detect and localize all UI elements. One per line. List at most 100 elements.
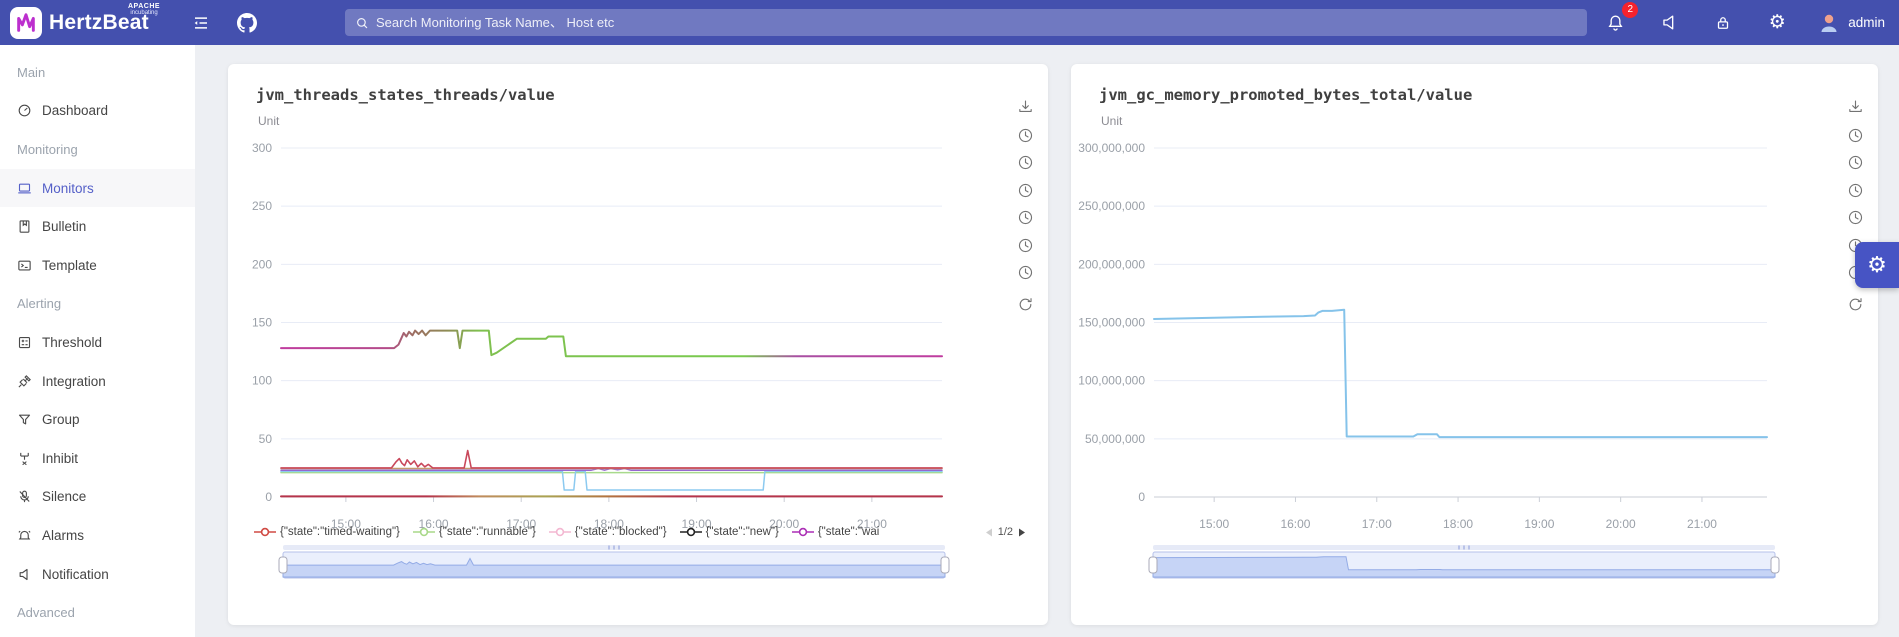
y-tick-label: 300 (252, 141, 272, 155)
sidebar-item-monitors[interactable]: Monitors (0, 169, 195, 208)
y-tick-label: 50 (259, 432, 273, 446)
sidebar-item-group[interactable]: Group (0, 400, 195, 439)
x-tick-label: 15:00 (1199, 517, 1229, 531)
download-icon[interactable] (1847, 94, 1864, 122)
clock-icon[interactable] (1847, 204, 1864, 232)
y-tick-label: 300,000,000 (1078, 141, 1145, 155)
sidebar-item-silence[interactable]: Silence (0, 478, 195, 517)
menu-fold-icon[interactable] (187, 9, 215, 37)
sidebar: Main Dashboard Monitoring Monitors Bulle… (0, 45, 195, 637)
legend-label: {"state":"timed-waiting"} (280, 526, 400, 538)
legend-label: {"state":"runnable"} (439, 526, 536, 538)
sidebar-item-notification[interactable]: Notification (0, 555, 195, 594)
slider-handle[interactable] (1771, 557, 1779, 573)
clock-icon[interactable] (1017, 204, 1034, 232)
legend-item[interactable]: {"state":"blocked"} (549, 526, 667, 538)
legend-label: {"state":"new"} (706, 526, 779, 538)
clock-icon[interactable] (1017, 259, 1034, 287)
apache-incubating-tag: APACHE incubating (128, 3, 160, 16)
y-tick-label: 250 (252, 199, 272, 213)
download-icon[interactable] (1017, 94, 1034, 122)
slider-grip-icon[interactable] (1463, 546, 1465, 550)
slider-grip-icon[interactable] (618, 546, 620, 550)
search-icon (355, 16, 369, 30)
settings-gear-button[interactable]: ⚙ (1855, 242, 1899, 288)
topbar: HertzBeat APACHE incubating 2 (0, 0, 1899, 45)
legend-next-icon[interactable] (1018, 528, 1026, 537)
alarms-icon (17, 528, 32, 543)
clock-icon[interactable] (1017, 232, 1034, 260)
unit-label: Unit (1101, 114, 1122, 128)
username: admin (1848, 15, 1885, 30)
unit-label: Unit (258, 114, 279, 128)
sidebar-item-dashboard[interactable]: Dashboard (0, 92, 195, 131)
slider-grip-icon[interactable] (613, 546, 615, 550)
legend-marker-icon (792, 527, 814, 537)
x-tick-label: 20:00 (1606, 517, 1636, 531)
x-tick-label: 19:00 (1524, 517, 1554, 531)
clock-icon[interactable] (1847, 177, 1864, 205)
silence-icon (17, 489, 32, 504)
lock-icon[interactable] (1709, 9, 1737, 37)
sidebar-item-integration[interactable]: Integration (0, 362, 195, 401)
legend-marker-icon (254, 527, 276, 537)
legend-item[interactable]: {"state":"new"} (680, 526, 779, 538)
sidebar-item-bulletin[interactable]: Bulletin (0, 207, 195, 246)
y-tick-label: 0 (1138, 490, 1145, 504)
notification-badge: 2 (1622, 2, 1638, 18)
slider-grip-icon[interactable] (1468, 546, 1470, 550)
chart-title: jvm_gc_memory_promoted_bytes_total/value (1099, 86, 1472, 104)
x-tick-label: 18:00 (1443, 517, 1473, 531)
y-tick-label: 200,000,000 (1078, 257, 1145, 271)
sidebar-group-advanced: Advanced (0, 593, 195, 632)
integration-icon (17, 374, 32, 389)
hertzbeat-brand[interactable]: HertzBeat APACHE incubating (10, 0, 149, 45)
slider-grip-icon[interactable] (1458, 546, 1460, 550)
content-area: 05010015020025030015:0016:0017:0018:0019… (195, 45, 1899, 637)
legend-prev-icon[interactable] (985, 528, 993, 537)
x-tick-label: 17:00 (1362, 517, 1392, 531)
y-tick-label: 50,000,000 (1085, 432, 1145, 446)
bell-icon[interactable]: 2 (1601, 9, 1629, 37)
megaphone-icon[interactable] (1655, 9, 1683, 37)
slider-handle[interactable] (1149, 557, 1157, 573)
y-tick-label: 200 (252, 257, 272, 271)
slider-handle[interactable] (941, 557, 949, 573)
user-menu[interactable]: admin (1817, 11, 1885, 35)
legend-item[interactable]: {"state":"timed-waiting"} (254, 526, 400, 538)
group-icon (17, 412, 32, 427)
sidebar-item-threshold[interactable]: Threshold (0, 323, 195, 362)
gear-icon[interactable]: ⚙ (1763, 9, 1791, 37)
sidebar-item-template[interactable]: Template (0, 246, 195, 285)
sidebar-item-alarms[interactable]: Alarms (0, 516, 195, 555)
slider-handle[interactable] (279, 557, 287, 573)
chart-title: jvm_threads_states_threads/value (256, 86, 555, 104)
clock-icon[interactable] (1017, 149, 1034, 177)
hertzbeat-logo-icon (10, 7, 42, 39)
threshold-icon (17, 335, 32, 350)
clock-icon[interactable] (1847, 149, 1864, 177)
legend-item[interactable]: {"state":"wai (792, 526, 879, 538)
dashboard-icon (17, 103, 32, 118)
clock-icon[interactable] (1017, 122, 1034, 150)
github-icon[interactable] (233, 9, 261, 37)
sidebar-item-inhibit[interactable]: Inhibit (0, 439, 195, 478)
refresh-icon[interactable] (1847, 291, 1864, 319)
legend-item[interactable]: {"state":"runnable"} (413, 526, 536, 538)
legend-page-indicator: 1/2 (998, 526, 1013, 538)
series-value (1154, 310, 1767, 437)
slider-grip-icon[interactable] (608, 546, 610, 550)
gc-memory-chart: 050,000,000100,000,000150,000,000200,000… (1071, 64, 1878, 625)
clock-icon[interactable] (1017, 177, 1034, 205)
sidebar-group-alerting: Alerting (0, 285, 195, 324)
template-icon (17, 258, 32, 273)
legend-marker-icon (549, 527, 571, 537)
gear-icon: ⚙ (1867, 254, 1887, 276)
y-tick-label: 250,000,000 (1078, 199, 1145, 213)
refresh-icon[interactable] (1017, 291, 1034, 319)
monitors-icon (17, 181, 32, 196)
global-search (345, 9, 1587, 36)
clock-icon[interactable] (1847, 122, 1864, 150)
search-input[interactable] (376, 15, 1577, 30)
series-blocked-blue (281, 471, 942, 490)
